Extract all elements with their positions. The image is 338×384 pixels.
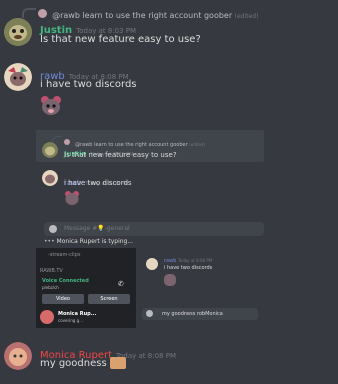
- user-status: covering g...: [58, 318, 83, 323]
- possum-emoji[interactable]: [40, 95, 62, 117]
- nested-possum-emoji: [64, 190, 80, 206]
- screen-add-icon: [146, 310, 153, 317]
- screen-rawb-avatar: [146, 258, 158, 270]
- reply-connector: [22, 8, 36, 18]
- user-avatar[interactable]: [40, 310, 54, 324]
- justin-avatar[interactable]: [4, 18, 32, 46]
- screen-possum-emoji: [164, 274, 176, 286]
- typing-text: Monica Rupert is typing...: [56, 238, 134, 245]
- video-button[interactable]: Video: [42, 294, 84, 304]
- nested-rawb-avatar[interactable]: [42, 170, 58, 186]
- typing-dots-icon: •••: [44, 238, 55, 245]
- typing-indicator: ••• Monica Rupert is typing...: [44, 238, 133, 245]
- monica-avatar[interactable]: [4, 342, 32, 370]
- screen-label: Screen: [100, 296, 118, 302]
- voice-status: Voice Connected: [42, 278, 89, 284]
- server-name: RAWB.TV: [40, 268, 63, 274]
- rawb-avatar[interactable]: [4, 63, 32, 91]
- nested-reply-edited: (edited): [189, 142, 206, 147]
- monica-message-text: my goodness: [40, 358, 107, 369]
- screen-rawb-text: i have two discords: [164, 265, 213, 271]
- composer-placeholder: Message #💡-general: [64, 225, 130, 232]
- channel-name[interactable]: -stream-clips: [48, 252, 80, 258]
- screen-message-input: my goodness robMonica: [142, 308, 258, 320]
- embedded-screenshot-app: -stream-clips RAWB.TV Voice Connected pl…: [36, 248, 264, 328]
- message-composer[interactable]: Message #💡-general: [44, 222, 264, 236]
- user-bar: Monica Rup... covering g...: [40, 310, 132, 324]
- channel-panel: -stream-clips RAWB.TV Voice Connected pl…: [36, 248, 136, 328]
- screen-input-text: my goodness robMonica: [162, 311, 223, 317]
- nested-reply-connector: [52, 136, 61, 142]
- nested-justin-text: Is that new feature easy to use?: [64, 151, 177, 159]
- video-label: Video: [55, 296, 70, 302]
- nested-rawb-text: i have two discords: [64, 179, 132, 187]
- reply-avatar: [38, 9, 47, 18]
- justin-message-text: Is that new feature easy to use?: [40, 34, 201, 45]
- screen-rawb-timestamp: Today at 8:08 PM: [177, 258, 213, 263]
- screen-rawb-username: rawb: [164, 258, 177, 264]
- user-name: Monica Rup...: [58, 311, 97, 317]
- voice-channel: plebz/ch: [42, 285, 59, 290]
- nested-justin-avatar[interactable]: [42, 142, 58, 158]
- rawb-message-text: i have two discords: [40, 79, 137, 90]
- add-attachment-icon[interactable]: [49, 225, 57, 233]
- screen-button[interactable]: Screen: [88, 294, 130, 304]
- reply-edited: (edited): [234, 13, 259, 20]
- monica-emoji[interactable]: [109, 357, 126, 369]
- disconnect-icon[interactable]: ✆: [118, 280, 124, 288]
